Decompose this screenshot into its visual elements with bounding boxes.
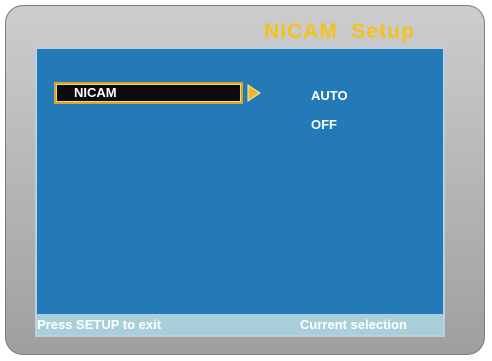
option-off[interactable]: OFF (311, 117, 337, 133)
status-left-text: Press SETUP to exit (37, 317, 162, 332)
status-right-text: Current selection (300, 317, 407, 332)
nicam-menu-label: NICAM (74, 85, 117, 100)
right-triangle-pointer-icon (247, 84, 261, 102)
screen-title: NICAM Setup (264, 20, 415, 43)
option-auto[interactable]: AUTO (311, 88, 348, 104)
